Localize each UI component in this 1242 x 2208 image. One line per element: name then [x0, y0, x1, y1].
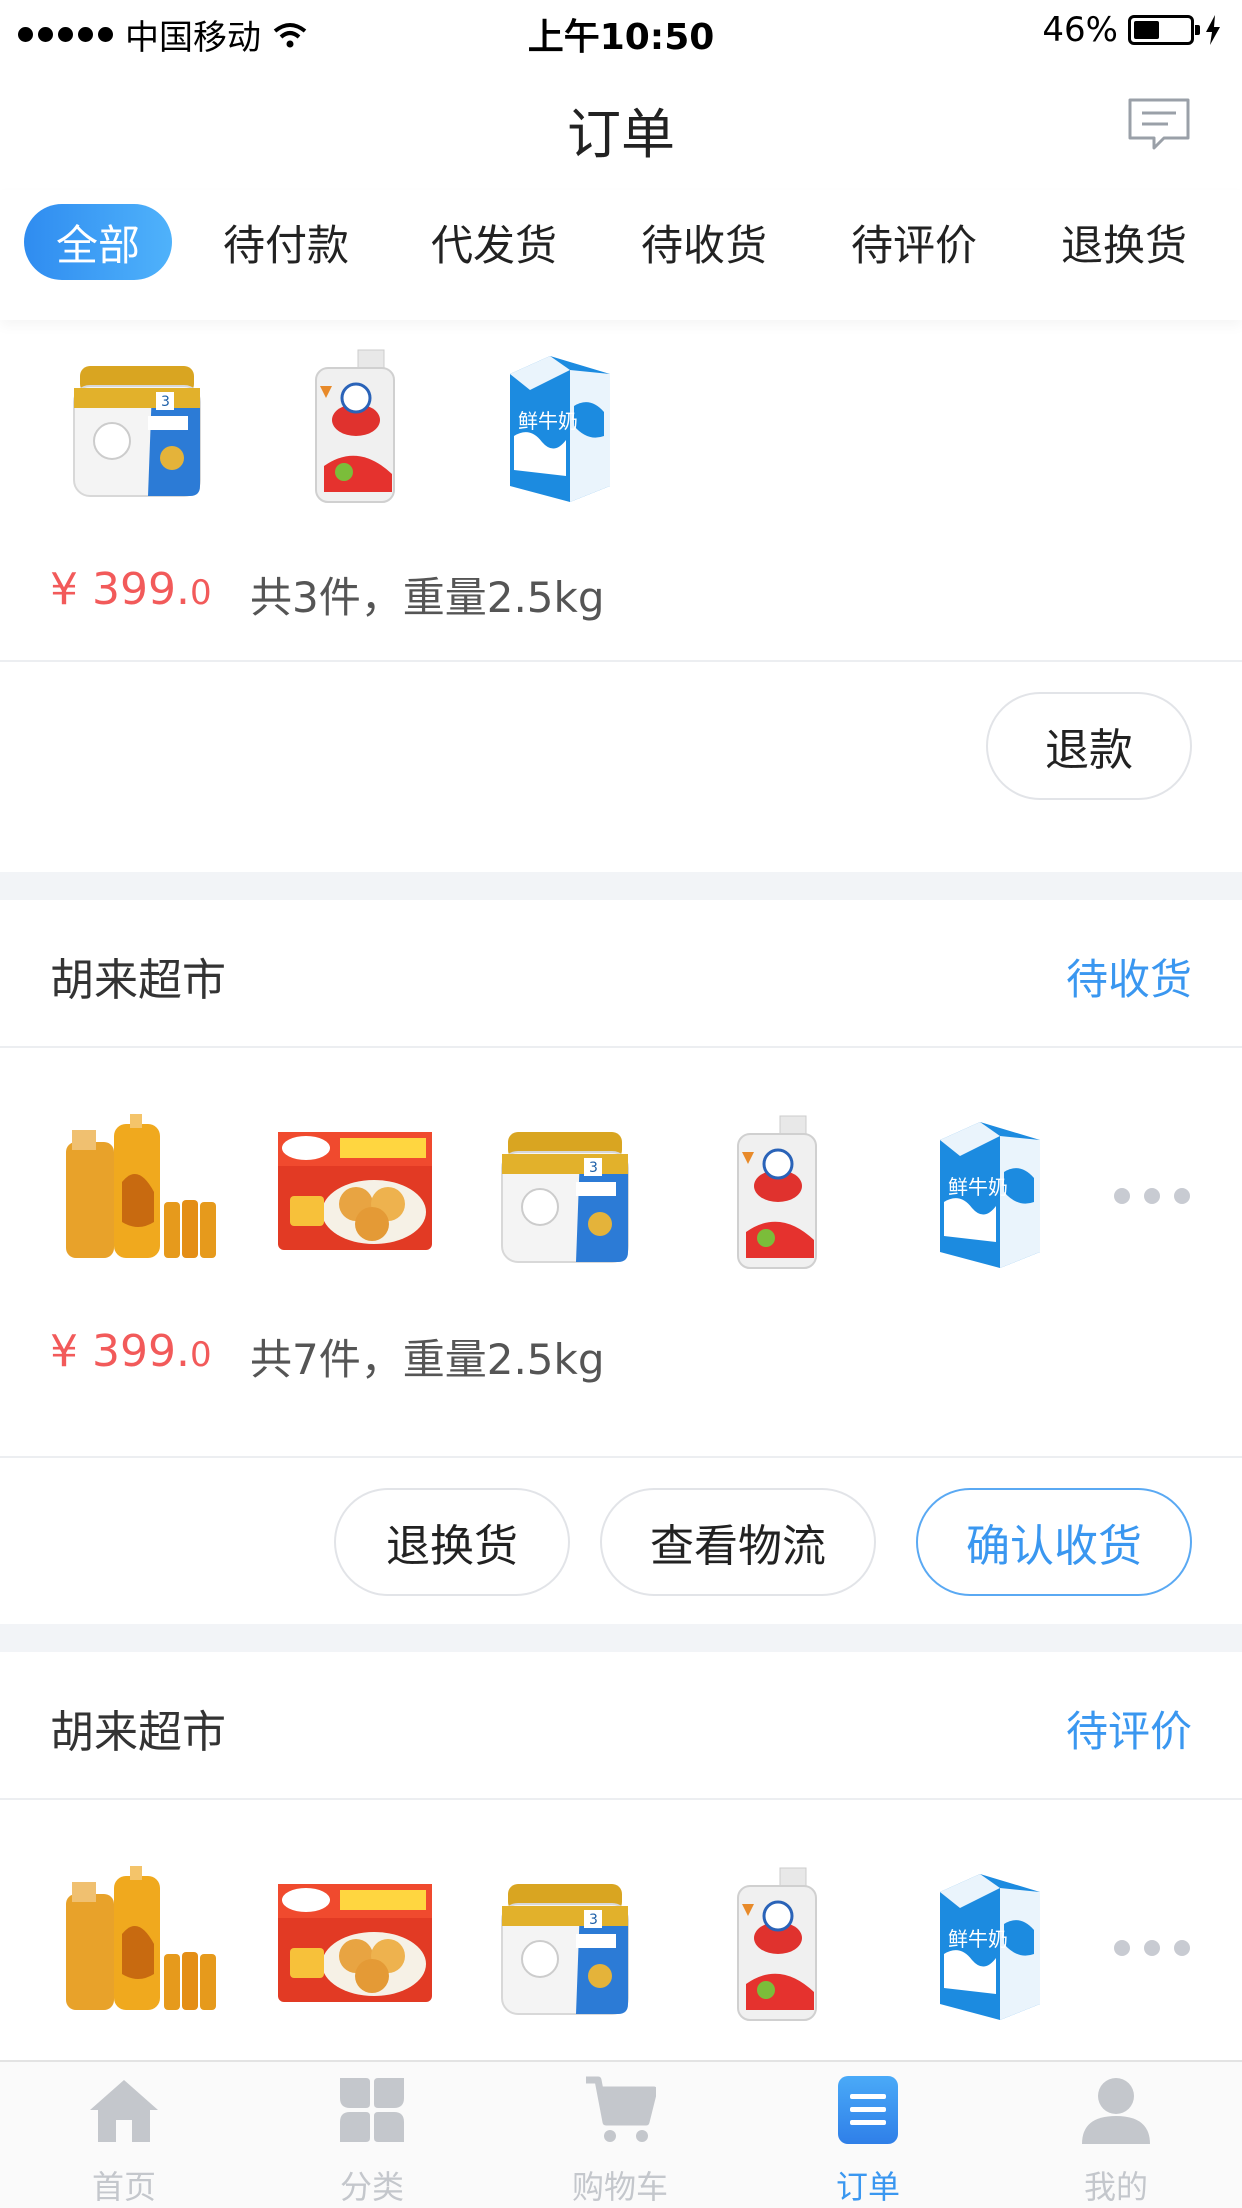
product-image-fresh-milk — [470, 346, 640, 506]
refund-button[interactable]: 退款 — [986, 692, 1192, 800]
order-summary: ¥ 399.0 共7件，重量2.5kg — [0, 1288, 1242, 1458]
tabbar-label: 分类 — [339, 2168, 404, 2206]
tabbar-item-home[interactable]: 首页 — [0, 2062, 248, 2208]
confirm-receipt-button[interactable]: 确认收货 — [916, 1488, 1192, 1596]
order-price: ¥ 399.0 — [50, 1326, 212, 1377]
order-card[interactable]: 胡来超市 待评价 — [0, 1652, 1242, 2060]
battery-percent: 46% — [1042, 10, 1118, 50]
product-image-dish-soap — [268, 346, 438, 506]
price-decimal: 0 — [189, 573, 212, 613]
price-main: ¥ 399. — [50, 564, 190, 615]
product-image-similac — [480, 1864, 650, 2024]
tabbar-label: 订单 — [835, 2168, 900, 2206]
product-image-dish-soap — [690, 1864, 860, 2024]
order-tabs: 全部 待付款 代发货 待收货 待评价 退换货 — [0, 190, 1242, 320]
product-thumbnails — [0, 340, 1242, 530]
tabbar-label: 购物车 — [571, 2168, 668, 2206]
more-products-icon[interactable] — [1114, 1940, 1190, 1956]
shop-name[interactable]: 胡来超市 — [50, 1696, 226, 1760]
shop-name[interactable]: 胡来超市 — [50, 944, 226, 1008]
order-actions: 退换货 查看物流 确认收货 — [0, 1458, 1242, 1626]
charging-icon — [1206, 15, 1220, 45]
tab-pending-payment[interactable]: 待付款 — [212, 204, 360, 280]
product-image-egg-cake — [270, 1864, 440, 2024]
order-list: ¥ 399.0 共3件，重量2.5kg 退款 胡来超市 待收货 ¥ 399.0 … — [0, 320, 1242, 2060]
product-image-egg-cake — [270, 1112, 440, 1272]
tabbar-item-profile[interactable]: 我的 — [992, 2062, 1240, 2208]
message-icon[interactable] — [1126, 96, 1192, 154]
price-main: ¥ 399. — [50, 1326, 190, 1377]
battery-icon — [1128, 15, 1200, 45]
tabbar-item-category[interactable]: 分类 — [248, 2062, 496, 2208]
battery-level — [1134, 21, 1159, 39]
order-header: 胡来超市 待评价 — [0, 1652, 1242, 1800]
order-summary: ¥ 399.0 共3件，重量2.5kg — [0, 530, 1242, 662]
status-right: 46% — [1042, 10, 1222, 50]
order-icon — [838, 2076, 898, 2144]
tabbar-item-cart[interactable]: 购物车 — [496, 2062, 744, 2208]
product-image-shampoo — [58, 1112, 228, 1272]
product-image-similac — [480, 1112, 650, 1272]
price-decimal: 0 — [189, 1335, 212, 1375]
order-quantity: 共3件，重量2.5kg — [250, 573, 605, 622]
return-exchange-button[interactable]: 退换货 — [334, 1488, 570, 1596]
bottom-tab-bar: 首页 分类 购物车 订单 我的 — [0, 2060, 1242, 2208]
profile-icon — [1082, 2078, 1150, 2144]
order-actions: 退款 — [0, 662, 1242, 830]
status-bar: 中国移动 上午10:50 46% — [0, 0, 1242, 62]
product-thumbnails[interactable] — [0, 1112, 1242, 1288]
order-status: 待收货 — [1065, 955, 1192, 1004]
product-image-dish-soap — [690, 1112, 860, 1272]
product-image-fresh-milk — [900, 1112, 1070, 1272]
product-thumbnails[interactable] — [0, 1864, 1242, 2040]
tab-pending-review[interactable]: 待评价 — [840, 204, 988, 280]
order-quantity: 共7件，重量2.5kg — [250, 1335, 605, 1384]
order-header: 胡来超市 待收货 — [0, 900, 1242, 1048]
view-logistics-button[interactable]: 查看物流 — [600, 1488, 876, 1596]
tabbar-label: 我的 — [1083, 2168, 1148, 2206]
product-image-shampoo — [58, 1864, 228, 2024]
nav-bar: 订单 — [0, 62, 1242, 190]
order-price: ¥ 399.0 — [50, 564, 212, 615]
category-icon — [340, 2078, 404, 2142]
order-card[interactable]: 胡来超市 待收货 ¥ 399.0 共7件，重量2.5kg 退换货 查看物流 确认… — [0, 900, 1242, 1624]
product-image-fresh-milk — [900, 1864, 1070, 2024]
tab-pending-shipment[interactable]: 代发货 — [420, 204, 568, 280]
tabbar-item-orders[interactable]: 订单 — [744, 2062, 992, 2208]
page-title: 订单 — [567, 103, 675, 166]
cart-icon — [586, 2076, 656, 2142]
tab-all[interactable]: 全部 — [24, 204, 172, 280]
tab-returns[interactable]: 退换货 — [1050, 204, 1198, 280]
tabbar-label: 首页 — [91, 2168, 156, 2206]
order-card[interactable]: ¥ 399.0 共3件，重量2.5kg 退款 — [0, 320, 1242, 872]
order-status: 待评价 — [1065, 1707, 1192, 1756]
tab-pending-receipt[interactable]: 待收货 — [630, 204, 778, 280]
home-icon — [90, 2080, 158, 2142]
more-products-icon[interactable] — [1114, 1188, 1190, 1204]
product-image-similac — [52, 346, 222, 506]
